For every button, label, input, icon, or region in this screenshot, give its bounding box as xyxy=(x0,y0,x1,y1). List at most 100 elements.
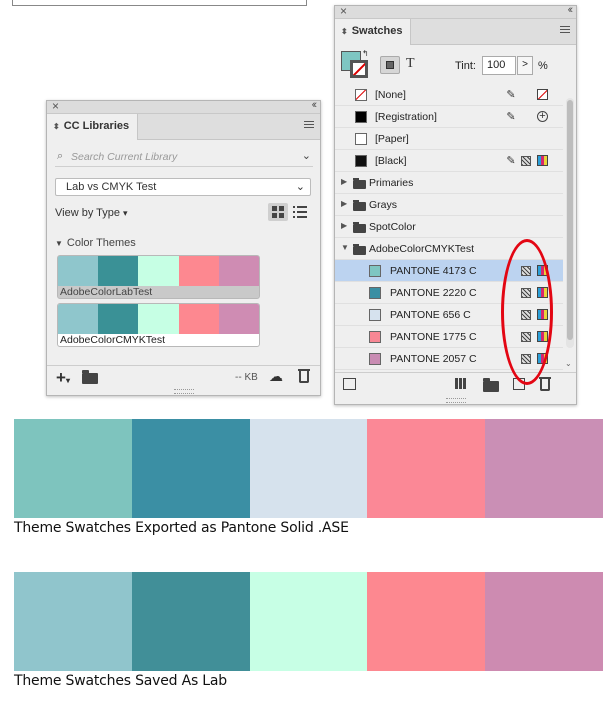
panel-header: × ‹‹ xyxy=(47,99,320,114)
swatch-label: PANTONE 656 C xyxy=(390,309,471,321)
disclosure-triangle-icon[interactable]: ▶ xyxy=(341,177,347,186)
theme-color-chip xyxy=(138,256,179,286)
page-edge xyxy=(12,0,13,6)
theme-name: AdobeColorCMYKTest xyxy=(60,334,166,346)
show-swatches-icon[interactable] xyxy=(343,378,356,390)
scrollbar[interactable] xyxy=(566,98,574,348)
chevron-down-icon: ▾ xyxy=(123,208,128,218)
section-title: Color Themes xyxy=(66,237,136,249)
resize-grip[interactable] xyxy=(445,398,466,403)
new-color-group-icon[interactable] xyxy=(455,378,466,389)
tint-input[interactable]: 100 xyxy=(482,56,516,75)
search-icon: ⌕ xyxy=(57,150,64,162)
swatch-row[interactable]: [Registration] ✎ xyxy=(335,106,563,128)
color-block xyxy=(14,572,132,671)
swatch-group-row[interactable]: ▶ Primaries xyxy=(335,172,563,194)
color-block xyxy=(249,572,368,671)
cc-libraries-panel: × ‹‹ ⬍ CC Libraries ⌕ Search Current Libr… xyxy=(46,99,321,396)
theme-color-chip xyxy=(178,304,219,334)
panel-menu-icon[interactable] xyxy=(304,121,314,130)
disclosure-triangle-icon: ▼ xyxy=(55,239,63,248)
none-icon xyxy=(537,89,548,100)
swatch-row[interactable]: [None] ✎ xyxy=(335,84,563,106)
swatch-label: PANTONE 2220 C xyxy=(390,287,477,299)
swatch-label: AdobeColorCMYKTest xyxy=(369,243,475,255)
color-block xyxy=(131,572,250,671)
list-view-icon[interactable] xyxy=(293,205,307,219)
tint-slider-button[interactable]: > xyxy=(517,56,533,75)
non-editable-icon: ✎ xyxy=(506,89,516,101)
color-block xyxy=(131,419,250,518)
theme-card[interactable]: AdobeColorCMYKTest xyxy=(57,303,260,347)
close-icon[interactable]: × xyxy=(340,4,347,18)
search-placeholder: Search Current Library xyxy=(71,151,178,163)
stroke-swatch[interactable] xyxy=(350,60,368,78)
resize-grip[interactable] xyxy=(173,389,194,394)
swatch-group-row[interactable]: ▶ Grays xyxy=(335,194,563,216)
panel-menu-icon[interactable] xyxy=(560,26,570,35)
swatch-label: PANTONE 2057 C xyxy=(390,353,477,365)
view-by-label: View by Type xyxy=(55,207,121,219)
non-editable-icon: ✎ xyxy=(506,155,516,167)
swatch-label: PANTONE 4173 C xyxy=(390,265,477,277)
trash-icon[interactable] xyxy=(298,369,310,383)
tint-unit: % xyxy=(538,60,548,72)
theme-card[interactable]: AdobeColorLabTest xyxy=(57,255,260,299)
color-themes-section[interactable]: ▼ Color Themes xyxy=(55,237,136,249)
library-select[interactable]: Lab vs CMYK Test ⌄ xyxy=(55,178,311,196)
swap-icon[interactable]: ↰ xyxy=(362,49,369,58)
updown-icon: ⬍ xyxy=(53,122,60,131)
view-by-dropdown[interactable]: View by Type ▾ xyxy=(55,207,128,219)
collapse-icon[interactable]: ‹‹ xyxy=(568,4,574,16)
folder-icon[interactable] xyxy=(82,370,98,384)
formatting-container-button[interactable] xyxy=(380,56,400,74)
library-select-value: Lab vs CMYK Test xyxy=(66,181,157,193)
swatch-chip xyxy=(355,111,367,123)
theme-color-chip xyxy=(138,304,179,334)
caption: Theme Swatches Exported as Pantone Solid… xyxy=(14,520,349,536)
chevron-down-icon[interactable]: ⌄ xyxy=(302,149,311,162)
swatch-label: [Black] xyxy=(375,155,407,167)
close-icon[interactable]: × xyxy=(52,99,59,113)
disclosure-triangle-icon[interactable]: ▼ xyxy=(341,243,349,252)
trash-icon[interactable] xyxy=(539,377,551,391)
caption: Theme Swatches Saved As Lab xyxy=(14,673,227,689)
tab-swatches[interactable]: ⬍ Swatches xyxy=(335,19,412,45)
panel-header: × ‹‹ xyxy=(335,4,576,19)
scroll-down-icon[interactable]: ⌄ xyxy=(565,359,572,368)
swatch-label: [Paper] xyxy=(375,133,409,145)
page-edge xyxy=(306,0,307,6)
theme-color-chip xyxy=(178,256,219,286)
tint-label: Tint: xyxy=(455,60,476,72)
swatch-chip xyxy=(369,353,381,365)
panel-title: Swatches xyxy=(351,25,403,37)
collapse-icon[interactable]: ‹‹ xyxy=(312,99,318,111)
add-icon[interactable]: +▾ xyxy=(56,368,70,388)
theme-color-chip xyxy=(98,304,139,334)
panel-footer: +▾ -- KB ☁ xyxy=(47,365,320,387)
search-input[interactable]: ⌕ Search Current Library ⌄ xyxy=(55,149,313,167)
theme-color-chip xyxy=(98,256,139,286)
theme-colors xyxy=(58,256,259,286)
folder-icon xyxy=(353,178,366,189)
swatch-row[interactable]: [Black] ✎ xyxy=(335,150,563,172)
swatch-row[interactable]: [Paper] xyxy=(335,128,563,150)
disclosure-triangle-icon[interactable]: ▶ xyxy=(341,221,347,230)
folder-icon[interactable] xyxy=(483,378,499,392)
swatch-label: [None] xyxy=(375,89,406,101)
swatch-chip xyxy=(369,287,381,299)
chevron-down-icon: ⌄ xyxy=(295,181,305,193)
swatch-group-row[interactable]: ▶ SpotColor xyxy=(335,216,563,238)
cloud-icon[interactable]: ☁ xyxy=(269,368,283,385)
swatch-label: Primaries xyxy=(369,177,414,189)
swatch-chip xyxy=(369,309,381,321)
disclosure-triangle-icon[interactable]: ▶ xyxy=(341,199,347,208)
grid-view-icon[interactable] xyxy=(268,203,288,221)
formatting-text-icon[interactable]: T xyxy=(406,56,415,72)
updown-icon: ⬍ xyxy=(341,27,348,36)
panel-tabbar: ⬍ Swatches xyxy=(335,19,576,45)
panel-title: CC Libraries xyxy=(63,120,130,132)
panel-tabbar: ⬍ CC Libraries xyxy=(47,114,320,140)
scrollbar-thumb[interactable] xyxy=(567,100,573,340)
tab-cc-libraries[interactable]: ⬍ CC Libraries xyxy=(47,114,139,140)
